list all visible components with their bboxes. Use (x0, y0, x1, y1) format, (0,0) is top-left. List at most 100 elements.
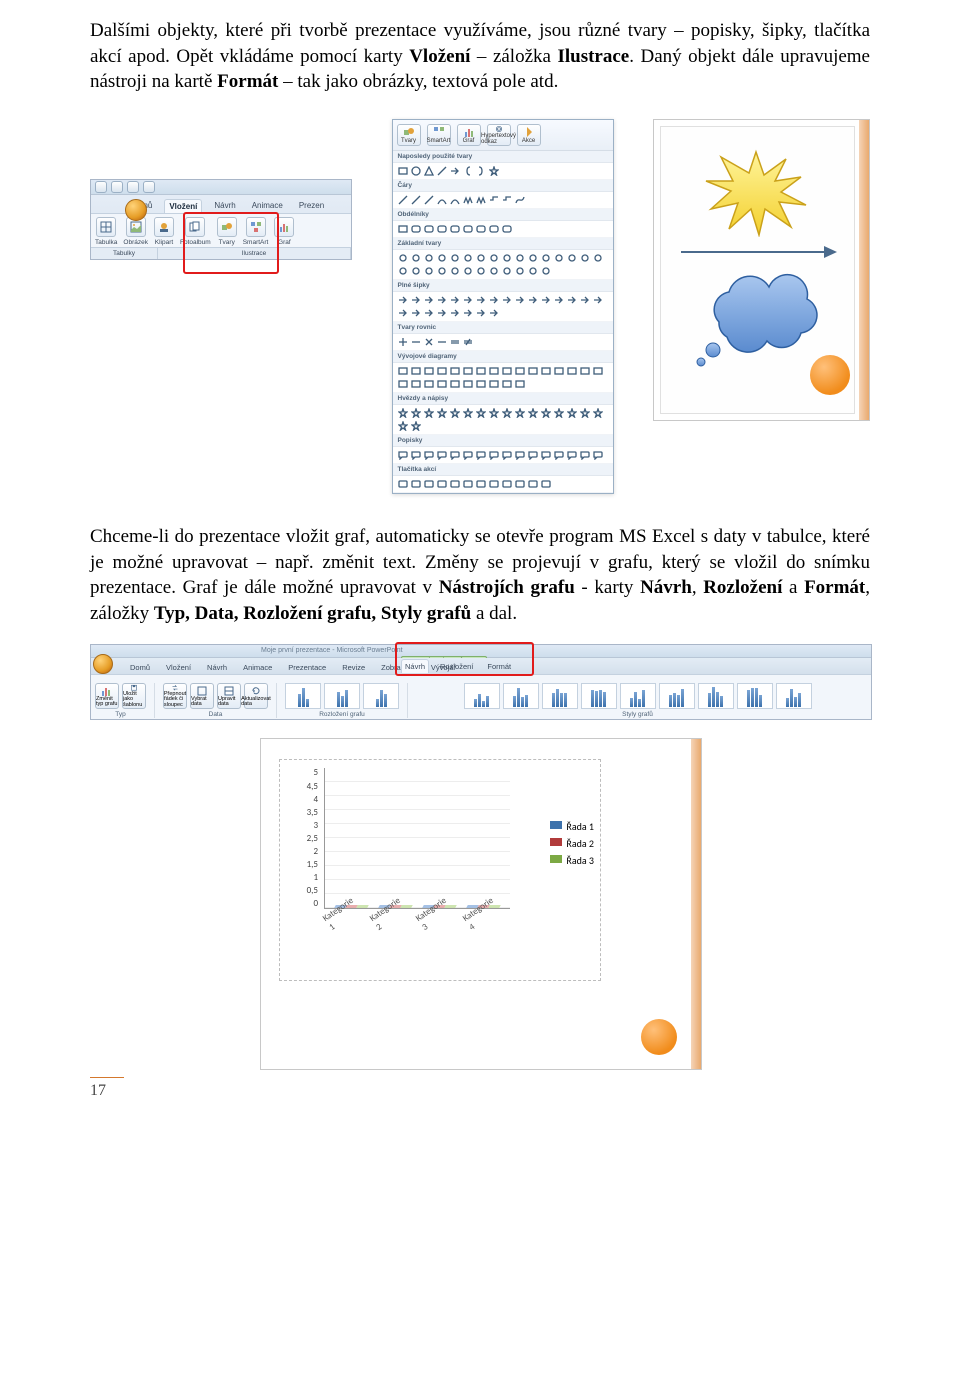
shape-glyph-icon (489, 450, 499, 460)
ribbon-item-tabulka: Tabulka (95, 217, 117, 246)
shape-glyph-icon (398, 253, 408, 263)
tab-vlozeni: Vložení (164, 199, 202, 213)
shape-glyph-icon (541, 366, 551, 376)
shape-glyph-icon (450, 224, 460, 234)
shape-glyph-icon (502, 450, 512, 460)
tab-animace: Animace (248, 199, 287, 213)
shape-glyph-icon (411, 295, 421, 305)
circle-shape-icon (810, 355, 850, 395)
ctxtab-format: Formát (484, 660, 514, 673)
shape-glyph-icon (567, 408, 577, 418)
shape-glyph-icon (463, 366, 473, 376)
shape-glyph-icon (437, 479, 447, 489)
shape-glyph-icon (593, 408, 603, 418)
shapes-dropdown-screenshot: Tvary SmartArt Graf Hypertextový odkaz A… (392, 119, 614, 494)
shape-glyph-icon (463, 450, 473, 460)
style-thumb-icon (659, 683, 695, 709)
shape-glyph-icon (450, 253, 460, 263)
shape-glyph-icon (489, 308, 499, 318)
shape-glyph-icon (463, 379, 473, 389)
shape-glyph-icon (463, 195, 473, 205)
shape-glyph-icon (593, 366, 603, 376)
shape-glyph-icon (437, 295, 447, 305)
hyperlink-icon: Hypertextový odkaz (487, 124, 511, 146)
tab-prezentace: Prezentace (285, 661, 329, 674)
chart-y-axis: 54,543,532,521,510,50 (290, 768, 318, 908)
shapes-section-title: Naposledy použité tvary (393, 151, 613, 163)
slide-chart-preview: 54,543,532,521,510,50 Kategorie 1Kategor… (260, 738, 702, 1070)
shape-glyph-icon (541, 253, 551, 263)
shapes-row (393, 292, 613, 322)
chart-bars (325, 768, 510, 908)
bold: Návrh (640, 577, 692, 598)
shape-glyph-icon (411, 224, 421, 234)
style-thumb-icon (776, 683, 812, 709)
shape-glyph-icon (476, 408, 486, 418)
shapes-section-title: Tvary rovnic (393, 322, 613, 334)
legend-item: Řada 2 (550, 837, 594, 850)
shape-glyph-icon (541, 295, 551, 305)
doc-title: Moje první prezentace - Microsoft PowerP… (261, 647, 403, 654)
ribbon-chart-tools-screenshot: Moje první prezentace - Microsoft PowerP… (90, 644, 872, 720)
select-data-icon: Vybrat data (190, 683, 214, 709)
shape-glyph-icon (450, 450, 460, 460)
ribbon-item-obrazek: Obrázek (123, 217, 148, 246)
shape-glyph-icon (593, 450, 603, 460)
save-template-icon: Uložit jako šablonu (122, 683, 146, 709)
shape-glyph-icon (515, 253, 525, 263)
shape-glyph-icon (554, 450, 564, 460)
style-thumb-icon (503, 683, 539, 709)
shape-glyph-icon (398, 479, 408, 489)
style-thumb-icon (464, 683, 500, 709)
shape-glyph-icon (411, 337, 421, 347)
shape-glyph-icon (541, 408, 551, 418)
shape-glyph-icon (411, 379, 421, 389)
shape-glyph-icon (398, 224, 408, 234)
shape-glyph-icon (489, 479, 499, 489)
shape-glyph-icon (476, 366, 486, 376)
change-chart-type-icon: Změnit typ grafu (95, 683, 119, 709)
shape-glyph-icon (450, 195, 460, 205)
shape-glyph-icon (593, 295, 603, 305)
circle-shape-icon (641, 1019, 677, 1055)
shape-glyph-icon (424, 295, 434, 305)
shape-glyph-icon (593, 253, 603, 263)
shape-glyph-icon (502, 379, 512, 389)
bold: Typ, Data, Rozložení grafu, Styly grafů (154, 603, 471, 624)
text: – tak jako obrázky, textová pole atd. (278, 71, 558, 92)
shape-glyph-icon (489, 195, 499, 205)
shape-glyph-icon (424, 253, 434, 263)
shape-glyph-icon (424, 408, 434, 418)
tab-vlozeni: Vložení (163, 661, 194, 674)
shape-glyph-icon (398, 295, 408, 305)
shape-glyph-icon (437, 366, 447, 376)
shape-glyph-icon (424, 450, 434, 460)
shape-glyph-icon (567, 253, 577, 263)
album-icon (185, 217, 205, 237)
shape-glyph-icon (528, 450, 538, 460)
shape-glyph-icon (515, 195, 525, 205)
shapes-row (393, 334, 613, 351)
group-label-tabulky: Tabulky (91, 248, 158, 259)
shape-glyph-icon (502, 195, 512, 205)
shape-glyph-icon (502, 366, 512, 376)
shape-glyph-icon (528, 479, 538, 489)
bold: Vložení (409, 46, 470, 67)
shape-glyph-icon (528, 408, 538, 418)
shapes-section-title: Obdélníky (393, 209, 613, 221)
ribbon-vlozeni-screenshot: Domů Vložení Návrh Animace Prezen Tabulk… (90, 179, 352, 260)
shape-glyph-icon (476, 479, 486, 489)
shape-glyph-icon (424, 266, 434, 276)
shape-glyph-icon (476, 253, 486, 263)
shape-glyph-icon (554, 295, 564, 305)
shape-glyph-icon (567, 295, 577, 305)
style-thumb-icon (581, 683, 617, 709)
shape-glyph-icon (502, 295, 512, 305)
shape-glyph-icon (437, 308, 447, 318)
tab-domu: Domů (127, 661, 153, 674)
shape-glyph-icon (489, 379, 499, 389)
office-button-icon (125, 199, 147, 221)
text: a (782, 577, 804, 598)
ribbon-item-tvary: Tvary (217, 217, 237, 246)
group-typ: Změnit typ grafu Uložit jako šablonu Typ (95, 683, 155, 718)
